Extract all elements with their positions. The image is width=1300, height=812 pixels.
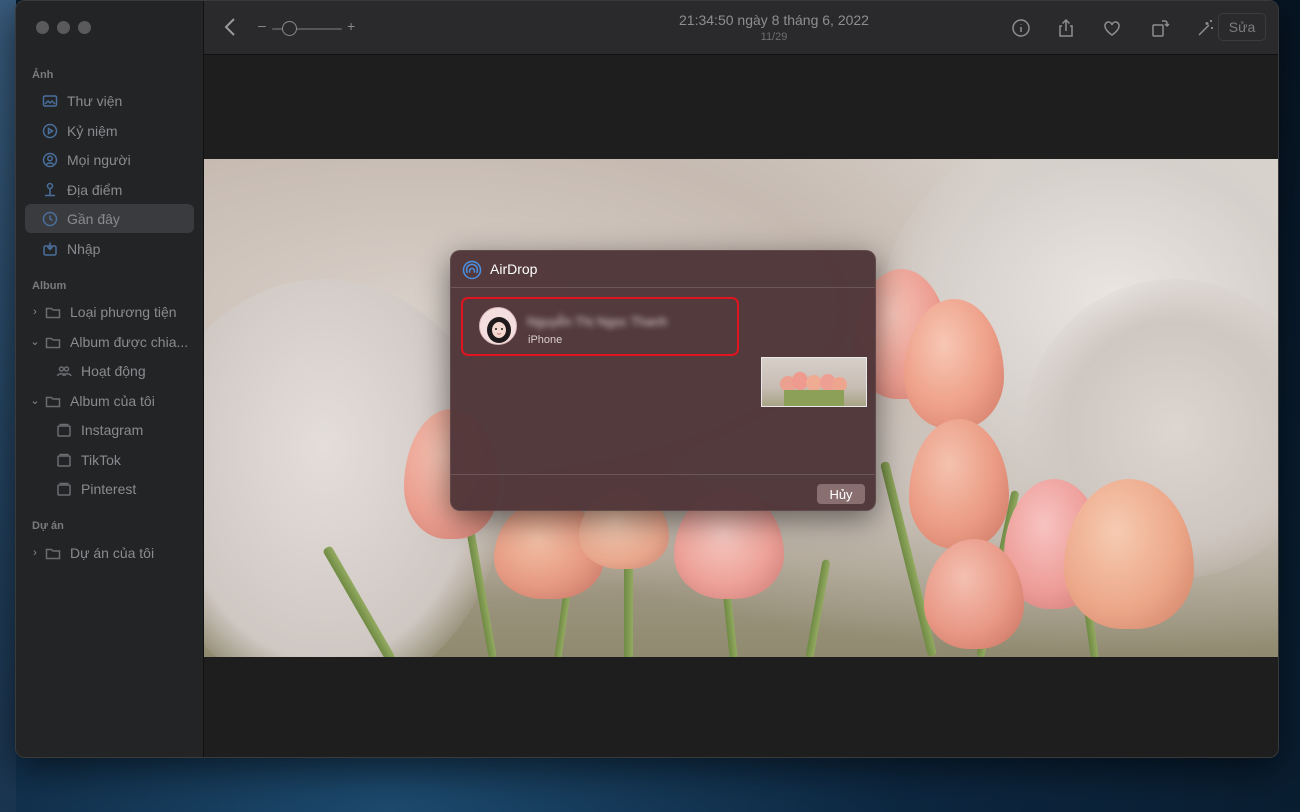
sidebar-item-my-projects[interactable]: › Dự án của tôi [25, 538, 194, 567]
sidebar-item-memories[interactable]: Kỷ niệm [25, 116, 194, 145]
share-icon [1059, 18, 1073, 37]
shared-album-icon [44, 333, 62, 351]
chevron-down-icon[interactable]: ⌄ [30, 335, 40, 348]
chevron-left-icon [224, 18, 235, 36]
airdrop-title: AirDrop [490, 261, 538, 277]
sidebar-item-media-types[interactable]: › Loại phương tiện [25, 297, 194, 326]
close-window-button[interactable] [36, 21, 49, 34]
sidebar-item-my-albums[interactable]: ⌄ Album của tôi [25, 386, 194, 415]
magic-wand-icon [1198, 20, 1213, 36]
sidebar-section-photos: Ảnh [32, 69, 54, 81]
edit-button[interactable]: Sửa [1218, 13, 1266, 41]
zoom-out-label: – [258, 17, 266, 33]
sidebar-item-recents[interactable]: Gần đây [25, 204, 194, 233]
sidebar-item-label: Album của tôi [70, 392, 155, 409]
sidebar-item-label: TikTok [81, 451, 121, 468]
info-icon [1012, 19, 1030, 37]
minimize-window-button[interactable] [57, 21, 70, 34]
device-owner-name: Nguyễn Thị Ngọc Thanh [527, 314, 668, 329]
rotate-icon [1152, 20, 1170, 37]
album-icon [55, 421, 73, 439]
folder-icon [44, 303, 62, 321]
auto-enhance-button[interactable] [1195, 17, 1217, 39]
avatar [479, 307, 517, 345]
chevron-right-icon[interactable]: › [30, 306, 40, 318]
favorite-button[interactable] [1101, 17, 1123, 39]
zoom-slider-thumb[interactable] [282, 21, 297, 36]
sidebar-item-label: Địa điểm [67, 181, 123, 198]
photos-window: Ảnh Thư viện Kỷ niệm Mọi người Địa điểm [15, 0, 1279, 758]
sidebar-item-pinterest[interactable]: Pinterest [25, 474, 194, 503]
back-button[interactable] [224, 17, 244, 39]
airdrop-header: AirDrop [451, 251, 875, 288]
album-icon [55, 480, 73, 498]
airdrop-dialog: AirDrop Nguyễn Thị Ngọc Thanh iPhone Hủy [450, 250, 876, 511]
sidebar: Ảnh Thư viện Kỷ niệm Mọi người Địa điểm [16, 1, 204, 757]
photo-viewer: AirDrop Nguyễn Thị Ngọc Thanh iPhone Hủy [204, 55, 1278, 757]
desktop-wallpaper [0, 0, 16, 812]
sidebar-item-label: Gần đây [67, 210, 120, 227]
sidebar-item-instagram[interactable]: Instagram [25, 415, 194, 444]
sidebar-item-label: Thư viện [67, 92, 123, 109]
folder-icon [44, 392, 62, 410]
device-type: iPhone [528, 334, 563, 346]
sidebar-item-label: Dự án của tôi [70, 544, 155, 561]
sidebar-item-label: Pinterest [81, 480, 137, 497]
zoom-window-button[interactable] [78, 21, 91, 34]
dialog-divider [451, 474, 875, 475]
album-icon [55, 451, 73, 469]
places-pin-icon [41, 181, 59, 199]
chevron-down-icon[interactable]: ⌄ [30, 394, 40, 407]
sidebar-item-label: Loại phương tiện [70, 303, 177, 320]
sidebar-item-people[interactable]: Mọi người [25, 145, 194, 174]
sidebar-item-activity[interactable]: Hoạt động [25, 356, 194, 385]
rotate-button[interactable] [1149, 17, 1171, 39]
sidebar-item-shared-albums[interactable]: ⌄ Album được chia... [25, 327, 194, 356]
memories-icon [41, 122, 59, 140]
sidebar-section-album: Album [32, 280, 67, 292]
sidebar-section-projects: Dự án [32, 520, 64, 532]
photos-library-icon [41, 92, 59, 110]
heart-icon [1104, 21, 1120, 36]
toolbar: – + 21:34:50 ngày 8 tháng 6, 2022 11/29 … [204, 1, 1278, 55]
cancel-button[interactable]: Hủy [817, 484, 865, 504]
airdrop-photo-thumbnail [761, 357, 867, 407]
sidebar-item-import[interactable]: Nhập [25, 234, 194, 263]
sidebar-item-label: Album được chia... [70, 333, 189, 350]
sidebar-item-label: Hoạt động [81, 362, 146, 379]
window-controls [36, 21, 91, 34]
import-icon [41, 240, 59, 258]
sidebar-item-label: Kỷ niệm [67, 122, 118, 139]
sidebar-item-label: Mọi người [67, 151, 131, 168]
sidebar-item-places[interactable]: Địa điểm [25, 175, 194, 204]
sidebar-item-library[interactable]: Thư viện [25, 86, 194, 115]
zoom-in-label: + [347, 18, 356, 34]
activity-people-icon [55, 362, 73, 380]
airdrop-icon [462, 260, 482, 280]
airdrop-device-target[interactable]: Nguyễn Thị Ngọc Thanh iPhone [461, 297, 739, 356]
recents-clock-icon [41, 210, 59, 228]
sidebar-item-label: Nhập [67, 240, 101, 257]
share-button[interactable] [1055, 17, 1077, 39]
people-icon [41, 151, 59, 169]
chevron-right-icon[interactable]: › [30, 547, 40, 559]
info-button[interactable] [1010, 17, 1032, 39]
photo-counter: 11/29 [760, 31, 788, 43]
sidebar-item-tiktok[interactable]: TikTok [25, 445, 194, 474]
photo-date-title: 21:34:50 ngày 8 tháng 6, 2022 [679, 12, 869, 28]
sidebar-item-label: Instagram [81, 421, 144, 438]
folder-icon [44, 544, 62, 562]
